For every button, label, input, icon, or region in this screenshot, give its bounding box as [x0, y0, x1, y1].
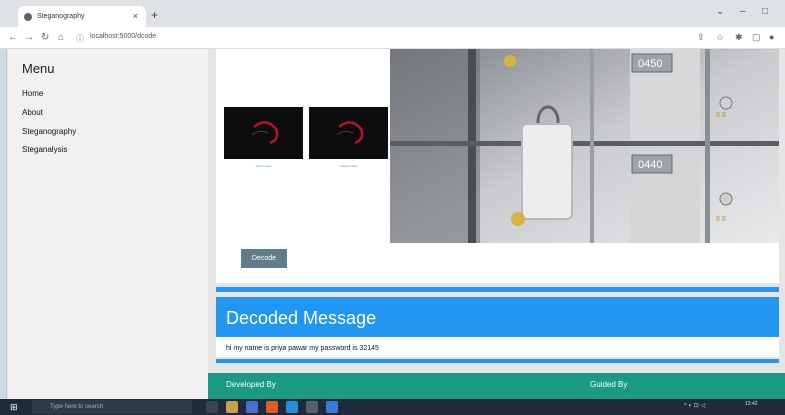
input-image — [224, 107, 303, 159]
sidebar-item-steganalysis[interactable]: Steganalysis — [22, 145, 67, 154]
address-bar[interactable]: localhost:5000/dcode — [90, 33, 156, 40]
profile-icon[interactable]: ● — [769, 32, 774, 42]
sidebar: Menu Home About Steganography Steganalys… — [8, 49, 208, 399]
main-content: Input Image Output Image 0450 0440 8 8 8… — [208, 49, 785, 399]
sidebar-item-steganography[interactable]: Steganography — [22, 127, 76, 136]
close-tab-icon[interactable]: × — [133, 11, 138, 21]
left-gutter — [0, 49, 7, 399]
star-icon[interactable]: ☆ — [716, 32, 724, 43]
system-tray[interactable]: ^ ◐ ⊡ ◁ — [684, 402, 705, 409]
svg-text:0440: 0440 — [638, 159, 662, 171]
file-explorer-icon[interactable] — [226, 401, 238, 413]
os-taskbar: ⊞ Type here to search ^ ◐ ⊡ ◁ 12:42 — [0, 399, 785, 415]
back-icon[interactable]: ← — [8, 32, 18, 43]
globe-icon — [24, 12, 32, 21]
divider-bar — [216, 287, 779, 292]
new-tab-button[interactable]: + — [151, 8, 158, 22]
share-icon[interactable]: ⇪ — [697, 32, 705, 43]
home-icon[interactable]: ⌂ — [58, 32, 64, 43]
decoded-message-text: hi my name is priya pawar my password is… — [226, 345, 379, 352]
menu-title: Menu — [22, 61, 55, 76]
divider-bar-bottom — [216, 359, 779, 363]
input-image-caption: Input Image — [255, 164, 272, 168]
decoded-message-header: Decoded Message — [216, 297, 779, 337]
browser-tab[interactable]: Steganography × — [18, 6, 146, 27]
output-image-caption: Output Image — [339, 164, 358, 168]
guided-by-label: Guided By — [590, 380, 628, 389]
chevron-down-icon[interactable]: ⌄ — [716, 6, 724, 17]
taskbar-clock[interactable]: 12:42 — [745, 401, 758, 407]
vscode-app-icon[interactable] — [286, 401, 298, 413]
app-icon[interactable] — [326, 401, 338, 413]
svg-text:8 8: 8 8 — [716, 216, 726, 223]
decoded-message-title: Decoded Message — [226, 308, 377, 328]
sidepanel-icon[interactable]: ▢ — [752, 32, 761, 43]
sidebar-item-about[interactable]: About — [22, 108, 43, 117]
windows-start-icon[interactable]: ⊞ — [10, 402, 18, 413]
svg-text:0450: 0450 — [638, 58, 662, 70]
decoded-message-card: Decoded Message hi my name is priya pawa… — [216, 297, 779, 357]
minimize-button[interactable]: – — [740, 6, 746, 17]
forward-icon[interactable]: → — [24, 32, 34, 43]
page-footer: Developed By Guided By — [208, 373, 785, 399]
terminal-app-icon[interactable] — [306, 401, 318, 413]
image-card: Input Image Output Image 0450 0440 8 8 8… — [216, 49, 779, 283]
tab-title: Steganography — [37, 13, 85, 20]
browser-toolbar: ← → ↻ ⌂ ⓘ localhost:5000/dcode ⇪ ☆ ✱ ▢ ● — [0, 27, 785, 49]
developed-by-label: Developed By — [226, 380, 276, 389]
svg-text:8 8: 8 8 — [716, 112, 726, 119]
taskbar-search[interactable]: Type here to search — [32, 400, 192, 414]
decode-button[interactable]: Decode — [241, 249, 287, 268]
info-icon[interactable]: ⓘ — [76, 33, 84, 44]
browser-app-icon[interactable] — [246, 401, 258, 413]
sidebar-item-home[interactable]: Home — [22, 89, 43, 98]
safe-deposit-image: 0450 0440 8 8 8 8 — [390, 49, 779, 243]
extensions-icon[interactable]: ✱ — [735, 32, 743, 43]
chrome-app-icon[interactable] — [266, 401, 278, 413]
restore-button[interactable]: □ — [762, 6, 768, 17]
browser-tab-bar: Steganography × + ⌄ – □ — [0, 0, 785, 27]
reload-icon[interactable]: ↻ — [41, 32, 49, 43]
task-view-icon[interactable] — [206, 401, 218, 413]
output-image — [309, 107, 388, 159]
